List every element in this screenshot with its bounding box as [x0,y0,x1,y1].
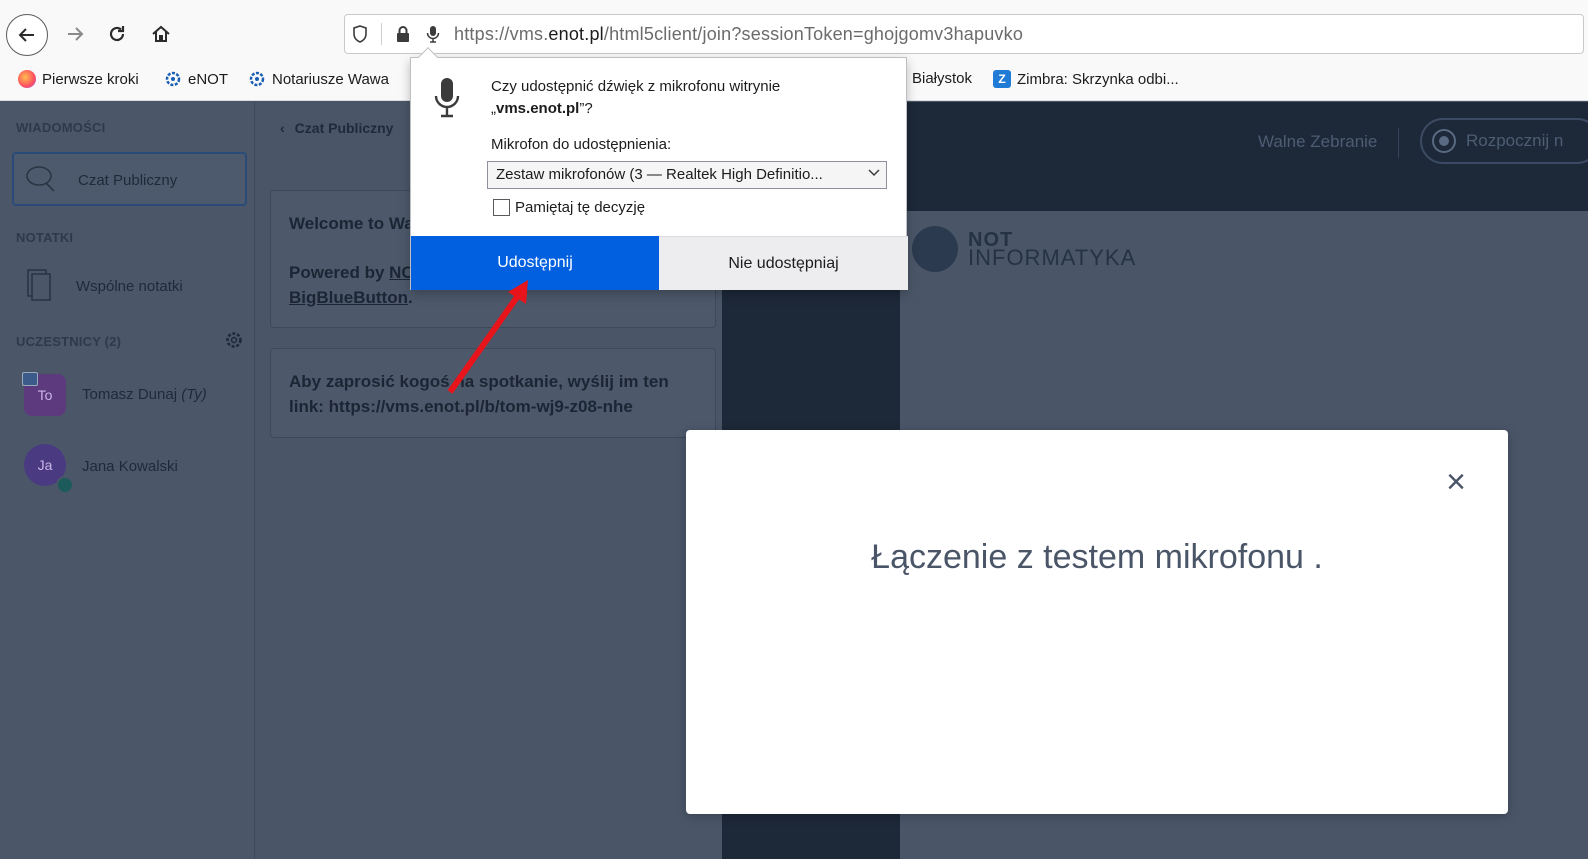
url-text[interactable]: https://vms.enot.pl/html5client/join?ses… [454,24,1023,45]
settings-gear-icon[interactable] [224,330,244,355]
forward-arrow-icon [68,27,84,41]
microphone-status-icon [56,476,74,494]
chat-icon [24,164,58,200]
meeting-title: Walne Zebranie [1258,132,1378,151]
gear-icon [164,70,182,88]
logo-brain-icon [912,226,958,272]
public-chat-item[interactable]: Czat Publiczny [12,152,247,206]
connecting-message: Łączenie z testem mikrofonu . [871,538,1323,576]
chat-back-link[interactable]: ‹ Czat Publiczny [280,120,393,136]
participants-section-title: UCZESTNICY (2) [16,334,122,349]
notes-icon [24,268,52,308]
avatar-initials: To [37,387,53,403]
back-button[interactable] [6,14,48,56]
firefox-icon [18,70,36,88]
microphone-select-label: Mikrofon do udostępnienia: [491,136,672,153]
lock-icon[interactable] [388,25,418,43]
public-chat-label: Czat Publiczny [78,172,178,189]
notes-section-title: NOTATKI [16,230,74,245]
deny-label: Nie udostępniaj [728,254,839,272]
home-button[interactable] [140,13,182,55]
participant-row[interactable]: Ja Jana Kowalski [12,440,247,496]
deny-button[interactable]: Nie udostępniaj [659,236,908,290]
chevron-down-icon [868,165,880,181]
participant-name: Tomasz Dunaj (Ty) [82,386,207,403]
avatar-initials: Ja [37,457,53,473]
url-separator [381,23,382,45]
bookmark-label: Białystok [912,70,973,87]
shared-notes-label: Wspólne notatki [76,278,183,295]
record-button[interactable]: Rozpocznij n [1420,118,1588,164]
participant-row[interactable]: To Tomasz Dunaj (Ty) [12,368,247,424]
nav-divider [1398,128,1399,158]
checkbox-box[interactable] [493,199,510,216]
bookmark-notariusze-wawa[interactable]: Notariusze Wawa [248,70,389,88]
record-label: Rozpocznij n [1466,131,1564,150]
participant-name: Jana Kowalski [82,458,178,475]
messages-section-title: WIADOMOŚCI [16,120,106,135]
microphone-permission-popup: Czy udostępnić dźwięk z mikrofonu witryn… [410,47,908,290]
shared-notes-item[interactable]: Wspólne notatki [12,262,247,312]
back-arrow-icon [18,28,34,42]
permission-question: Czy udostępnić dźwięk z mikrofonu witryn… [491,78,781,117]
bookmark-pierwsze-kroki[interactable]: Pierwsze kroki [18,70,139,88]
forward-button[interactable] [54,13,96,55]
microphone-select-value: Zestaw mikrofonów (3 — Realtek High Defi… [496,166,823,183]
not-informatyka-logo: NOT INFORMATYKA [912,226,1136,272]
logo-text: NOT INFORMATYKA [968,229,1137,270]
bookmark-enot[interactable]: eNOT [164,70,228,88]
annotation-arrow [447,280,528,394]
user-list-sidebar: WIADOMOŚCI Czat Publiczny NOTATKI Wspóln… [0,102,255,859]
record-icon [1432,129,1456,153]
bookmark-zimbra[interactable]: Z Zimbra: Skrzynka odbi... [993,70,1179,88]
reload-icon [109,26,125,42]
chat-back-label: Czat Publiczny [294,120,394,136]
microphone-select[interactable]: Zestaw mikrofonów (3 — Realtek High Defi… [487,161,887,189]
home-icon [152,25,170,42]
shield-icon[interactable] [345,25,375,43]
zimbra-icon: Z [993,70,1011,88]
audio-modal: × Łączenie z testem mikrofonu . [686,430,1508,814]
presenter-icon [22,372,38,386]
bookmark-label: Zimbra: Skrzynka odbi... [1017,70,1179,88]
microphone-icon [433,76,461,120]
browser-toolbar: https://vms.enot.pl/html5client/join?ses… [0,0,1588,60]
url-bar[interactable]: https://vms.enot.pl/html5client/join?ses… [344,14,1584,54]
chevron-left-icon: ‹ [280,120,285,136]
gear-icon [248,70,266,88]
reload-button[interactable] [96,13,138,55]
microphone-icon[interactable] [418,25,448,43]
bookmark-label: Pierwsze kroki [42,70,139,88]
bookmark-label: eNOT [188,70,229,88]
bookmark-label: Notariusze Wawa [272,70,389,88]
bbb-link[interactable]: BigBlueButton [289,288,408,307]
remember-decision-label: Pamiętaj tę decyzję [515,199,646,216]
remember-decision-checkbox[interactable]: Pamiętaj tę decyzję [493,199,645,216]
close-icon[interactable]: × [1440,465,1472,499]
bookmark-bialystok[interactable]: Białystok [912,70,972,87]
